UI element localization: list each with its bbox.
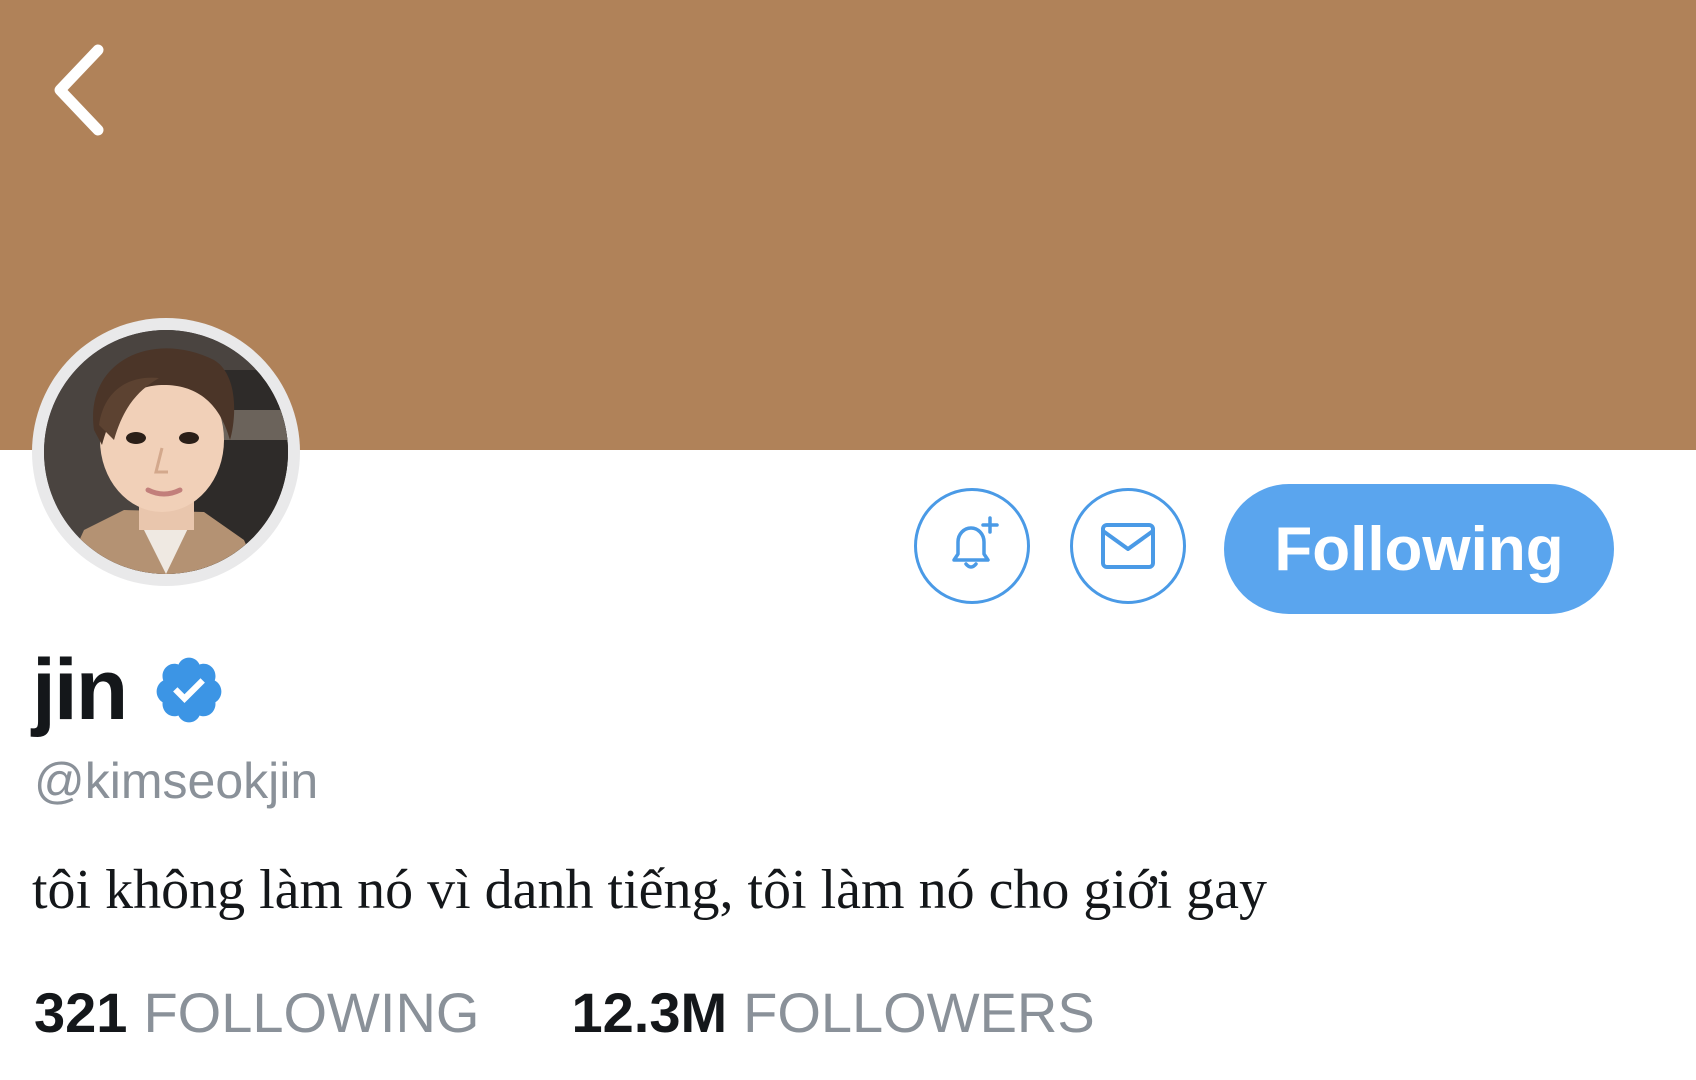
avatar[interactable]	[32, 318, 300, 586]
followers-count: 12.3M	[571, 981, 728, 1044]
chevron-left-icon	[54, 44, 104, 136]
following-stat[interactable]: 321 FOLLOWING	[34, 980, 479, 1045]
following-count: 321	[34, 981, 128, 1044]
profile-bio: tôi không làm nó vì danh tiếng, tôi làm …	[32, 859, 1268, 921]
followers-label: FOLLOWERS	[743, 981, 1095, 1044]
notifications-button[interactable]	[914, 488, 1030, 604]
display-name: jin	[32, 642, 128, 738]
avatar-photo	[44, 330, 288, 574]
message-button[interactable]	[1070, 488, 1186, 604]
back-button[interactable]	[40, 40, 120, 140]
display-name-row: jin	[32, 640, 226, 740]
following-label: FOLLOWING	[143, 981, 480, 1044]
verified-badge-icon	[156, 657, 222, 723]
profile-stats: 321 FOLLOWING 12.3M FOLLOWERS	[34, 980, 1095, 1045]
following-button[interactable]: Following	[1224, 484, 1614, 614]
mail-icon	[1101, 523, 1155, 569]
followers-stat[interactable]: 12.3M FOLLOWERS	[571, 980, 1094, 1045]
user-handle: @kimseokjin	[34, 753, 319, 809]
profile-page: Following jin @kimseokjin tôi không làm …	[0, 0, 1696, 1080]
bell-plus-icon	[952, 516, 999, 569]
